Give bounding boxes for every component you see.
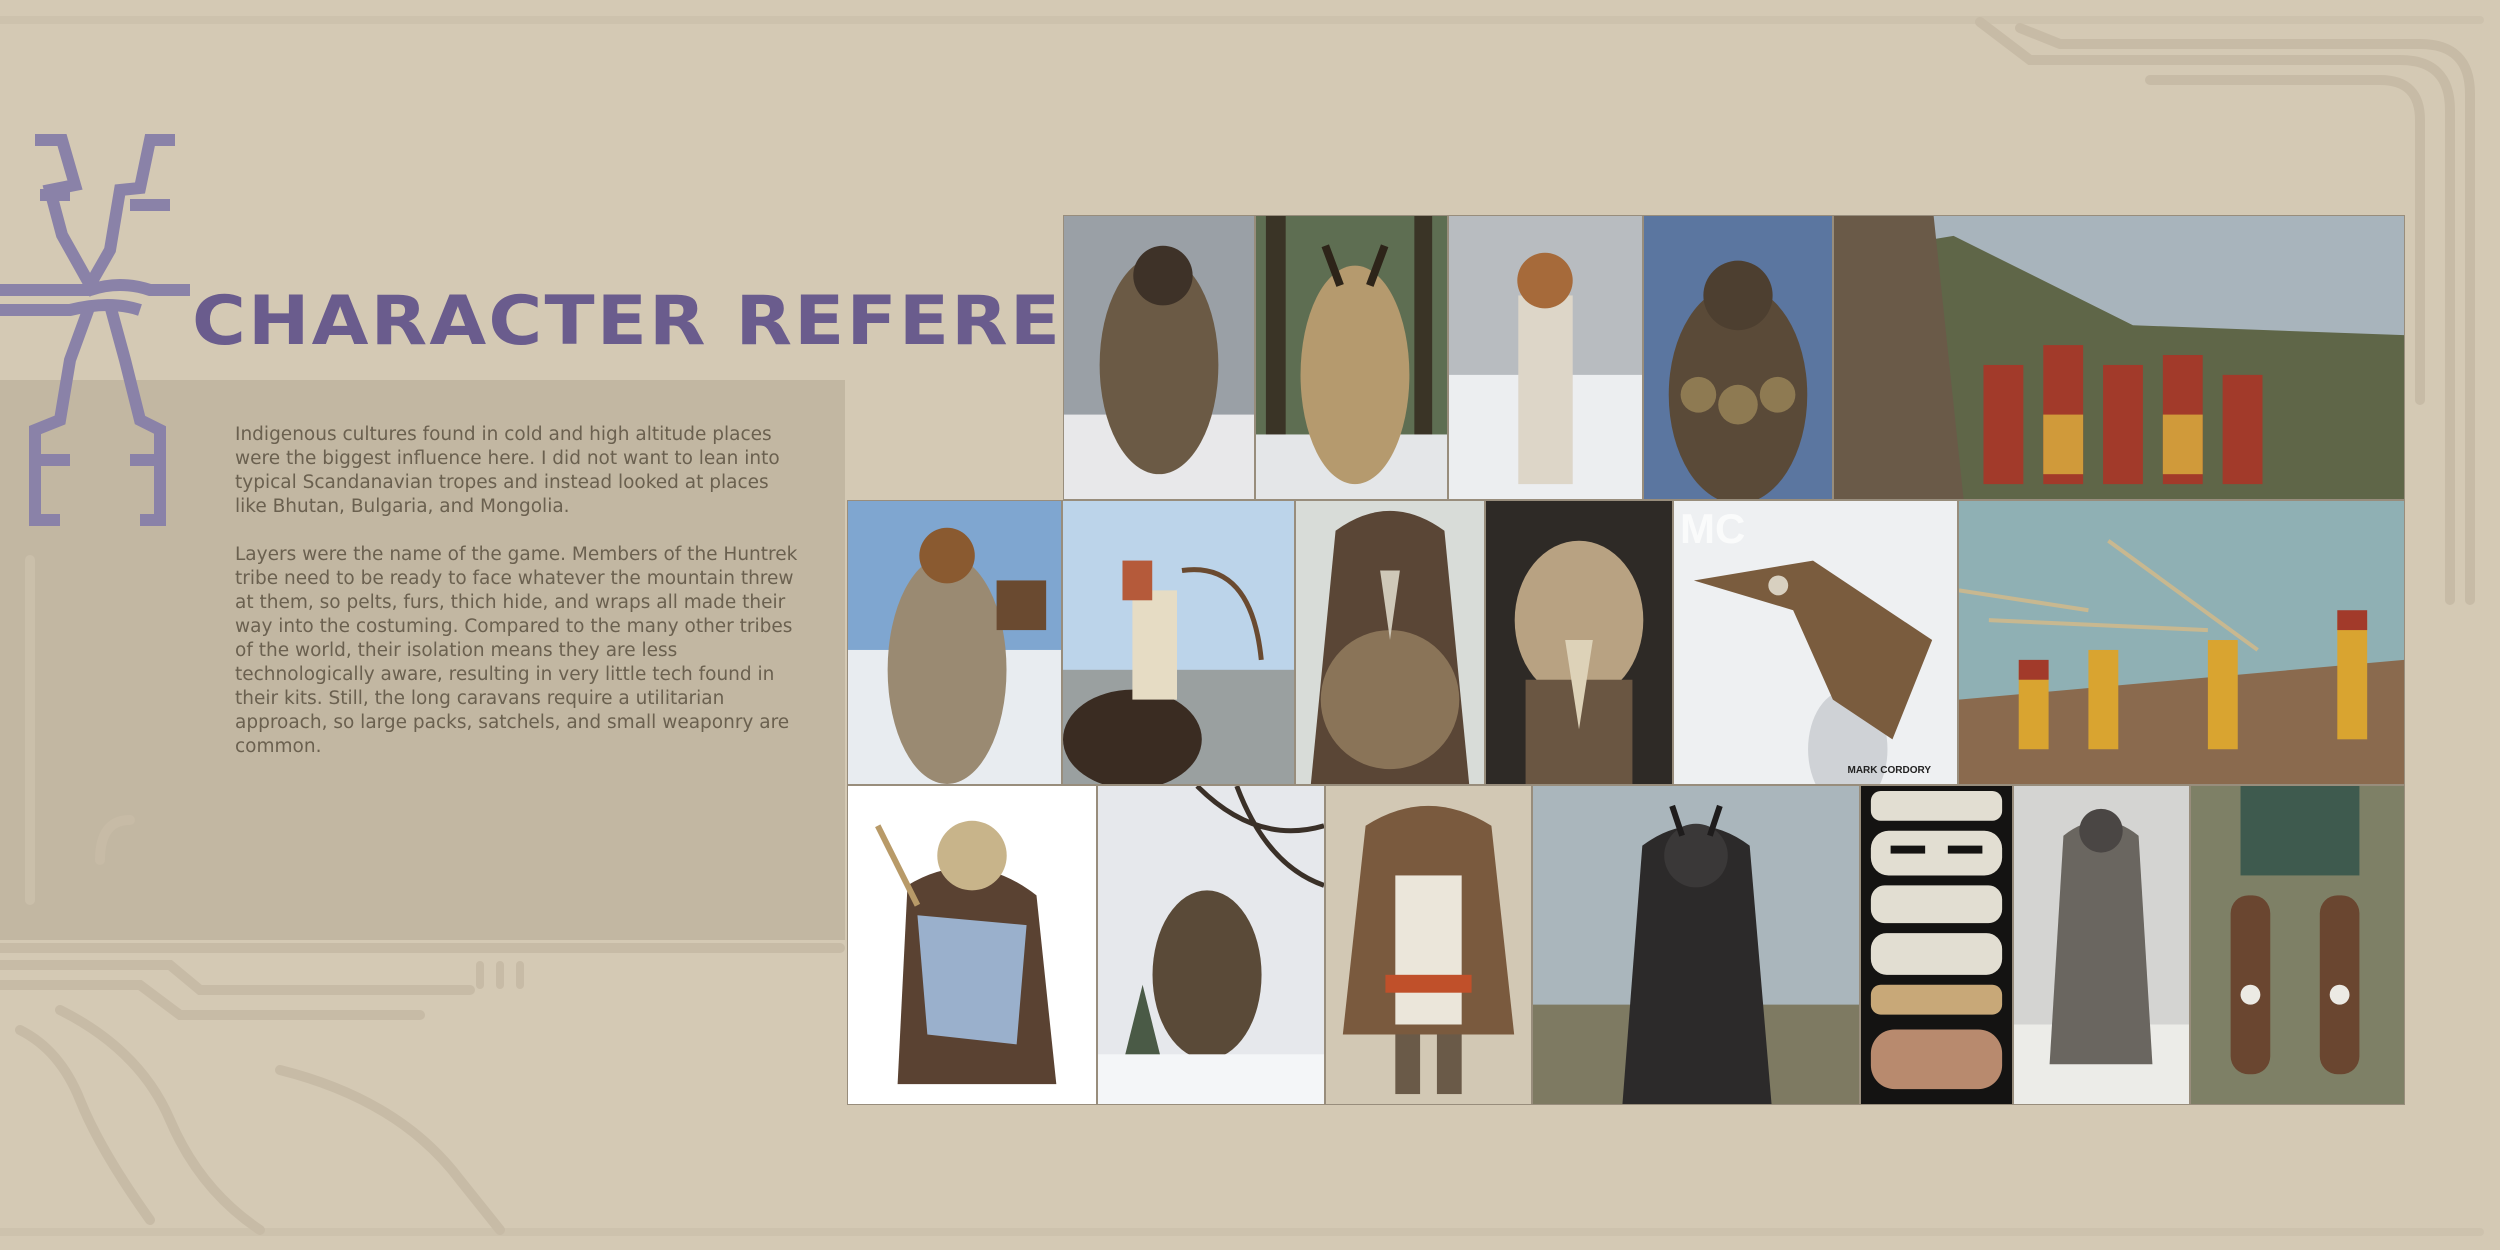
paragraph-layers: Layers were the name of the game. Member… xyxy=(235,544,798,757)
ref-photo-layered-garment xyxy=(1325,785,1532,1105)
ref-photo-bells-costume xyxy=(1643,215,1833,500)
photo-credit: MARK CORDORY xyxy=(1847,765,1931,776)
photo-watermark: MC xyxy=(1680,505,1746,552)
ref-photo-inuit-hunter xyxy=(2013,785,2190,1105)
ref-photo-bird-headdress: MC MARK CORDORY xyxy=(1673,500,1958,785)
ref-photo-bone-mask xyxy=(1485,500,1673,785)
ref-photo-fur-costume xyxy=(1063,215,1255,500)
ref-photo-mongolian-fur-coat xyxy=(847,500,1062,785)
ref-photo-bhutan-dancers xyxy=(1833,215,2405,500)
ref-photo-prayer-flags xyxy=(1958,500,2405,785)
ref-photo-plague-hood xyxy=(1295,500,1485,785)
tribe-emblem-icon xyxy=(0,134,190,526)
ref-photo-dark-warrior xyxy=(1532,785,1860,1105)
ref-photo-horseback-archer xyxy=(1062,500,1295,785)
ref-photo-snow-goggles xyxy=(1860,785,2013,1105)
description-text: Indigenous cultures found in cold and hi… xyxy=(235,423,805,783)
ref-photo-snow-mask xyxy=(1448,215,1643,500)
ref-illustration-shaman xyxy=(847,785,1097,1105)
paragraph-influences: Indigenous cultures found in cold and hi… xyxy=(235,424,780,517)
ref-photo-fur-boots xyxy=(2190,785,2405,1105)
ref-photo-snow-creature xyxy=(1097,785,1325,1105)
ref-photo-horned-fur xyxy=(1255,215,1448,500)
